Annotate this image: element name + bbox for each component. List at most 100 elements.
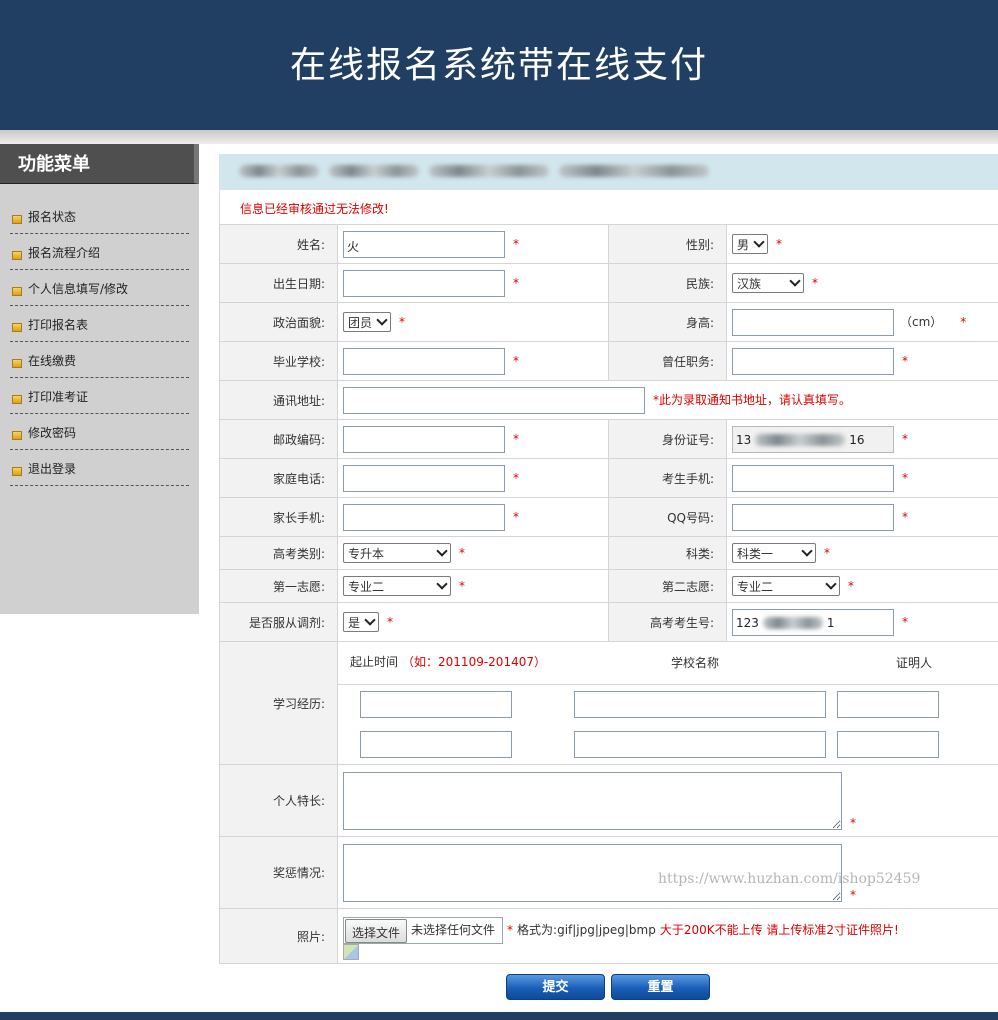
sidebar-item-password[interactable]: 修改密码 bbox=[10, 414, 189, 450]
chevron-down-icon bbox=[376, 314, 388, 326]
sidebar-item-status[interactable]: 报名状态 bbox=[10, 198, 189, 234]
required-mark: * bbox=[824, 545, 830, 560]
study-school-field[interactable] bbox=[574, 690, 826, 718]
exam-no-end: 1 bbox=[826, 615, 835, 630]
choice2-select[interactable]: 专业二 bbox=[732, 576, 840, 596]
required-mark: * bbox=[513, 431, 519, 446]
id-number-field[interactable]: 13 16 bbox=[732, 425, 894, 453]
former-post-label: 曾任职务: bbox=[608, 341, 727, 381]
specialty-textarea[interactable] bbox=[343, 771, 842, 830]
ethnicity-value: 汉族 bbox=[737, 276, 762, 291]
name-field[interactable]: 火 bbox=[343, 230, 505, 258]
blurred-text bbox=[239, 164, 319, 177]
required-mark: * bbox=[507, 922, 514, 937]
required-mark: * bbox=[902, 353, 908, 368]
folder-icon bbox=[12, 467, 22, 476]
address-hint: *此为录取通知书地址，请认真填写。 bbox=[653, 392, 852, 407]
chevron-down-icon bbox=[364, 614, 376, 626]
example-prefix: （如： bbox=[402, 655, 439, 670]
choice1-select[interactable]: 专业二 bbox=[343, 576, 451, 596]
ethnicity-select[interactable]: 汉族 bbox=[732, 273, 804, 293]
submit-button[interactable]: 提交 bbox=[506, 974, 605, 1000]
study-history-table: 起止时间 （如：201109-201407） 学校名称 证明人 bbox=[338, 642, 998, 764]
study-time-field[interactable] bbox=[360, 730, 512, 758]
sidebar-item-print-form[interactable]: 打印报名表 bbox=[10, 306, 189, 342]
sidebar-item-logout[interactable]: 退出登录 bbox=[10, 450, 189, 486]
obey-select[interactable]: 是 bbox=[343, 612, 379, 632]
study-time-example: （如：201109-201407） bbox=[402, 655, 546, 669]
subject-value: 科类一 bbox=[737, 546, 774, 561]
gender-select[interactable]: 男 bbox=[732, 234, 768, 254]
subject-select[interactable]: 科类一 bbox=[732, 543, 816, 563]
no-file-text: 未选择任何文件 bbox=[411, 923, 496, 937]
required-mark: * bbox=[513, 236, 519, 251]
qq-label: QQ号码: bbox=[608, 497, 727, 537]
postcode-field[interactable] bbox=[343, 425, 505, 453]
political-value: 团员 bbox=[348, 315, 373, 330]
study-witness-field[interactable] bbox=[837, 730, 939, 758]
specialty-label: 个人特长: bbox=[219, 764, 338, 837]
required-mark: * bbox=[459, 578, 465, 593]
chevron-down-icon bbox=[753, 236, 765, 248]
study-school-field[interactable] bbox=[574, 730, 826, 758]
required-mark: * bbox=[776, 236, 782, 251]
photo-file-input[interactable]: 选择文件 未选择任何文件 bbox=[343, 916, 504, 944]
required-mark: * bbox=[902, 431, 908, 446]
required-mark: * bbox=[850, 815, 856, 830]
height-field[interactable] bbox=[732, 308, 894, 336]
obey-value: 是 bbox=[348, 615, 361, 630]
id-number-label: 身份证号: bbox=[608, 419, 727, 459]
parent-mobile-field[interactable] bbox=[343, 503, 505, 531]
exam-category-select[interactable]: 专升本 bbox=[343, 543, 451, 563]
required-mark: * bbox=[812, 275, 818, 290]
birth-label: 出生日期: bbox=[219, 263, 338, 303]
home-phone-field[interactable] bbox=[343, 464, 505, 492]
sidebar-title: 功能菜单 bbox=[0, 144, 199, 184]
political-select[interactable]: 团员 bbox=[343, 312, 391, 332]
reset-button[interactable]: 重置 bbox=[611, 974, 710, 1000]
photo-limit-hint: 大于200K不能上传 请上传标准2寸证件照片! bbox=[659, 922, 899, 937]
study-witness-field[interactable] bbox=[837, 690, 939, 718]
blurred-text bbox=[559, 164, 709, 177]
exam-no-label: 高考考生号: bbox=[608, 602, 727, 642]
broken-image-icon bbox=[343, 943, 359, 960]
qq-field[interactable] bbox=[732, 503, 894, 531]
mobile-field[interactable] bbox=[732, 464, 894, 492]
study-school-header: 学校名称 bbox=[560, 642, 830, 685]
required-mark: * bbox=[459, 545, 465, 560]
sidebar-item-admission-ticket[interactable]: 打印准考证 bbox=[10, 378, 189, 414]
sidebar-item-payment[interactable]: 在线缴费 bbox=[10, 342, 189, 378]
choice2-label: 第二志愿: bbox=[608, 569, 727, 603]
exam-category-value: 专升本 bbox=[348, 546, 385, 561]
school-label: 毕业学校: bbox=[219, 341, 338, 381]
former-post-field[interactable] bbox=[732, 347, 894, 375]
address-field[interactable] bbox=[343, 386, 645, 414]
blurred-text bbox=[329, 164, 419, 177]
parent-mobile-label: 家长手机: bbox=[219, 497, 338, 537]
school-field[interactable] bbox=[343, 347, 505, 375]
folder-icon bbox=[12, 287, 22, 296]
sidebar-item-label: 报名流程介绍 bbox=[28, 246, 101, 260]
chevron-down-icon bbox=[436, 578, 448, 590]
study-time-field[interactable] bbox=[360, 690, 512, 718]
folder-icon bbox=[12, 323, 22, 332]
exam-no-field[interactable]: 123 1 bbox=[732, 608, 894, 636]
blurred-text bbox=[429, 164, 549, 177]
postcode-label: 邮政编码: bbox=[219, 419, 338, 459]
folder-icon bbox=[12, 359, 22, 368]
chevron-down-icon bbox=[789, 275, 801, 287]
required-mark: * bbox=[902, 470, 908, 485]
sidebar-item-process[interactable]: 报名流程介绍 bbox=[10, 234, 189, 270]
sidebar-item-personal-info[interactable]: 个人信息填写/修改 bbox=[10, 270, 189, 306]
choice1-label: 第一志愿: bbox=[219, 569, 338, 603]
chevron-down-icon bbox=[436, 545, 448, 557]
birth-field[interactable] bbox=[343, 269, 505, 297]
study-time-header: 起止时间 （如：201109-201407） bbox=[338, 642, 560, 685]
choice1-value: 专业二 bbox=[348, 579, 385, 594]
choose-file-button[interactable]: 选择文件 bbox=[345, 918, 408, 943]
required-mark: * bbox=[902, 509, 908, 524]
folder-icon bbox=[12, 251, 22, 260]
rewards-textarea[interactable] bbox=[343, 843, 842, 902]
sidebar-item-label: 修改密码 bbox=[28, 426, 77, 440]
gender-value: 男 bbox=[737, 237, 750, 252]
